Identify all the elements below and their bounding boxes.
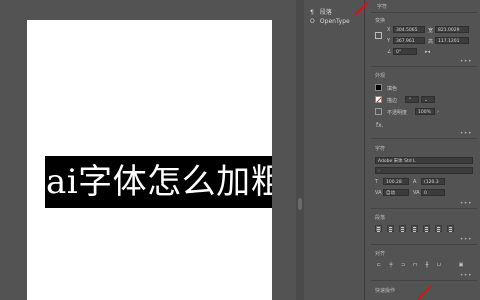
divider bbox=[371, 66, 477, 67]
kerning-icon: VA bbox=[375, 190, 382, 196]
panel-opentype[interactable]: O OpenType bbox=[310, 18, 350, 25]
more-options-icon[interactable]: ••• bbox=[460, 272, 472, 279]
opacity-label: 不透明度 bbox=[387, 110, 408, 116]
font-family-dropdown[interactable]: Adobe 宋体 Std L bbox=[375, 157, 473, 164]
align-right-edges-icon[interactable]: ⊐ bbox=[399, 261, 407, 269]
divider bbox=[371, 12, 477, 13]
fill-swatch[interactable] bbox=[375, 84, 382, 91]
transform-title: 变换 bbox=[375, 18, 386, 24]
justify-all-button[interactable] bbox=[447, 225, 454, 232]
font-size-field[interactable]: 100.28 bbox=[383, 178, 409, 185]
leading-icon: A bbox=[413, 179, 417, 185]
kerning-field[interactable]: 0 bbox=[421, 189, 445, 196]
flip-icons[interactable]: ▸◂ bbox=[425, 49, 430, 55]
fill-label: 填色 bbox=[387, 86, 398, 92]
divider bbox=[371, 208, 477, 209]
panel-top-label: 字符 bbox=[377, 4, 388, 10]
document-canvas[interactable]: ai字体怎么加粗 bbox=[0, 0, 296, 300]
divider bbox=[371, 280, 477, 281]
quick-actions-title: 快速操作 bbox=[375, 288, 396, 294]
align-to-icon[interactable]: ▣ bbox=[457, 261, 465, 269]
h-label: 高 bbox=[428, 39, 434, 45]
selected-text-object[interactable]: ai字体怎么加粗 bbox=[45, 156, 272, 208]
align-top-edges-icon[interactable]: ⊓ bbox=[411, 261, 419, 269]
align-h-center-icon[interactable]: ╪ bbox=[387, 261, 395, 269]
font-style-dropdown[interactable]: - bbox=[375, 167, 473, 174]
panel-splitter[interactable] bbox=[296, 0, 304, 300]
character-title: 字符 bbox=[375, 146, 386, 152]
tracking-field[interactable]: 自动 bbox=[383, 189, 409, 196]
divider bbox=[371, 138, 477, 139]
more-options-icon[interactable]: ••• bbox=[460, 58, 472, 65]
stroke-swatch[interactable] bbox=[375, 96, 382, 103]
stroke-label: 描边 bbox=[387, 98, 398, 104]
x-field[interactable]: 304.5065 bbox=[393, 26, 425, 33]
align-bottom-edges-icon[interactable]: ⊔ bbox=[435, 261, 443, 269]
panel-paragraph-label: 段落 bbox=[319, 9, 332, 16]
width-field[interactable]: 821.0029 bbox=[435, 26, 469, 33]
paragraph-title: 段落 bbox=[375, 215, 386, 221]
opacity-field[interactable]: 100% bbox=[415, 108, 435, 115]
divider bbox=[371, 244, 477, 245]
height-field[interactable]: 117.1201 bbox=[435, 37, 469, 44]
justify-center-button[interactable] bbox=[423, 225, 430, 232]
align-left-button[interactable] bbox=[375, 225, 382, 232]
angle-field[interactable]: 0° bbox=[393, 48, 417, 55]
properties-panel: 字符 变换 X 304.5065 Y 367.961 宽 821.0029 高 … bbox=[365, 0, 480, 300]
justify-left-button[interactable] bbox=[411, 225, 418, 232]
opacity-dropdown-icon[interactable]: › bbox=[437, 109, 439, 115]
more-options-icon[interactable]: ••• bbox=[460, 236, 472, 243]
x-label: X bbox=[387, 27, 391, 33]
stroke-weight-dropdown[interactable]: ⌄ bbox=[421, 96, 435, 103]
reference-point-icon[interactable] bbox=[375, 32, 382, 39]
more-options-icon[interactable]: ••• bbox=[460, 200, 472, 207]
align-left-edges-icon[interactable]: ⊏ bbox=[375, 261, 383, 269]
y-field[interactable]: 367.961 bbox=[393, 37, 425, 44]
splitter-grip-icon[interactable] bbox=[298, 198, 302, 210]
w-label: 宽 bbox=[428, 28, 434, 34]
panel-opentype-label: OpenType bbox=[319, 18, 350, 25]
opacity-icon bbox=[375, 108, 382, 115]
fx-button[interactable]: fx. bbox=[376, 122, 384, 129]
paragraph-icon: ¶ bbox=[310, 9, 314, 16]
opentype-icon: O bbox=[310, 18, 315, 25]
tracking-icon: VA bbox=[413, 190, 420, 196]
angle-icon: ∠ bbox=[387, 49, 392, 55]
justify-right-button[interactable] bbox=[435, 225, 442, 232]
align-center-button[interactable] bbox=[387, 225, 394, 232]
collapsed-panels-column: ¶ 段落 O OpenType bbox=[304, 0, 365, 300]
font-size-icon: T bbox=[375, 179, 379, 185]
align-right-button[interactable] bbox=[399, 225, 406, 232]
align-v-center-icon[interactable]: ╫ bbox=[423, 261, 431, 269]
stroke-weight-field[interactable]: ⌃ bbox=[405, 96, 419, 103]
leading-field[interactable]: (120.3 bbox=[421, 178, 445, 185]
appearance-title: 外观 bbox=[375, 73, 386, 79]
more-options-icon[interactable]: ••• bbox=[460, 130, 472, 137]
y-label: Y bbox=[387, 38, 391, 44]
align-title: 对齐 bbox=[375, 251, 386, 257]
panel-paragraph[interactable]: ¶ 段落 bbox=[310, 7, 332, 16]
